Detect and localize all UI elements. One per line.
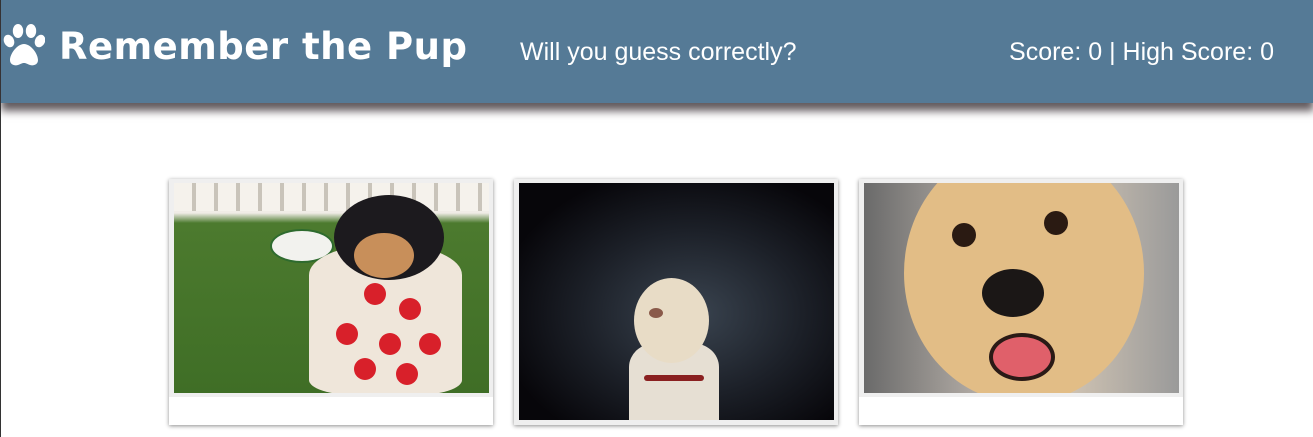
brand: Remember the Pup xyxy=(3,24,467,68)
score-display: Score: 0 | High Score: 0 xyxy=(1009,38,1274,66)
paw-icon xyxy=(3,24,45,66)
app-title: Remember the Pup xyxy=(59,24,468,68)
navbar: Remember the Pup Will you guess correctl… xyxy=(1,0,1313,103)
pup-image-3[interactable] xyxy=(864,183,1179,393)
pup-card-1[interactable] xyxy=(169,179,493,425)
pup-card-2[interactable] xyxy=(514,179,838,425)
pup-image-1[interactable] xyxy=(174,183,489,393)
tagline: Will you guess correctly? xyxy=(520,38,797,66)
pup-card-3[interactable] xyxy=(859,179,1183,425)
pup-image-2[interactable] xyxy=(519,183,834,420)
